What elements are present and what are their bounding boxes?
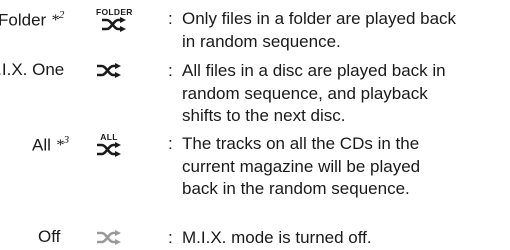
description-line: shifts to the next disc. — [182, 106, 346, 125]
mode-name: Off — [38, 227, 61, 246]
off-shuffle-icon — [96, 230, 122, 245]
description-line: Only files in a folder are played back — [182, 9, 457, 28]
folder-shuffle-icon: FOLDER — [96, 8, 133, 32]
shuffle-icon — [97, 63, 121, 78]
shuffle-icon — [97, 230, 121, 245]
mode-description: : Only files in a folder are played back … — [168, 8, 456, 53]
description-line: in random sequence. — [182, 31, 341, 51]
mode-name: M.I.X. One — [0, 60, 65, 79]
mode-name: Folder — [0, 10, 47, 30]
shuffle-icon — [102, 17, 127, 32]
description-line: current magazine will be played — [182, 156, 421, 176]
mix-shuffle-icon — [96, 63, 122, 78]
mode-description: : M.I.X. mode is turned off. — [168, 228, 372, 247]
description-line: back in the random sequence. — [182, 179, 410, 198]
footnote-ref: *2 — [50, 9, 65, 30]
mode-description: : The tracks on all the CDs in the curren… — [168, 133, 420, 201]
mode-label: Off — [38, 227, 60, 247]
mode-label: M.I.X. One — [0, 60, 64, 80]
icon-caption: ALL — [100, 132, 118, 142]
mode-label: All *3 — [32, 131, 69, 156]
description-line: The tracks on all the CDs in the — [182, 134, 420, 153]
description-line: random sequence, and playback — [182, 83, 428, 103]
icon-caption: FOLDER — [96, 7, 133, 17]
shuffle-icon — [97, 142, 121, 157]
all-shuffle-icon: ALL — [96, 133, 122, 157]
description-line: All files in a disc are played back in — [182, 61, 446, 80]
mode-description: : All files in a disc are played back in … — [168, 60, 446, 128]
mode-name: All — [32, 135, 51, 155]
mode-label: Folder *2 — [0, 6, 64, 31]
description-line: M.I.X. mode is turned off. — [182, 228, 372, 247]
footnote-ref: *3 — [55, 134, 70, 155]
